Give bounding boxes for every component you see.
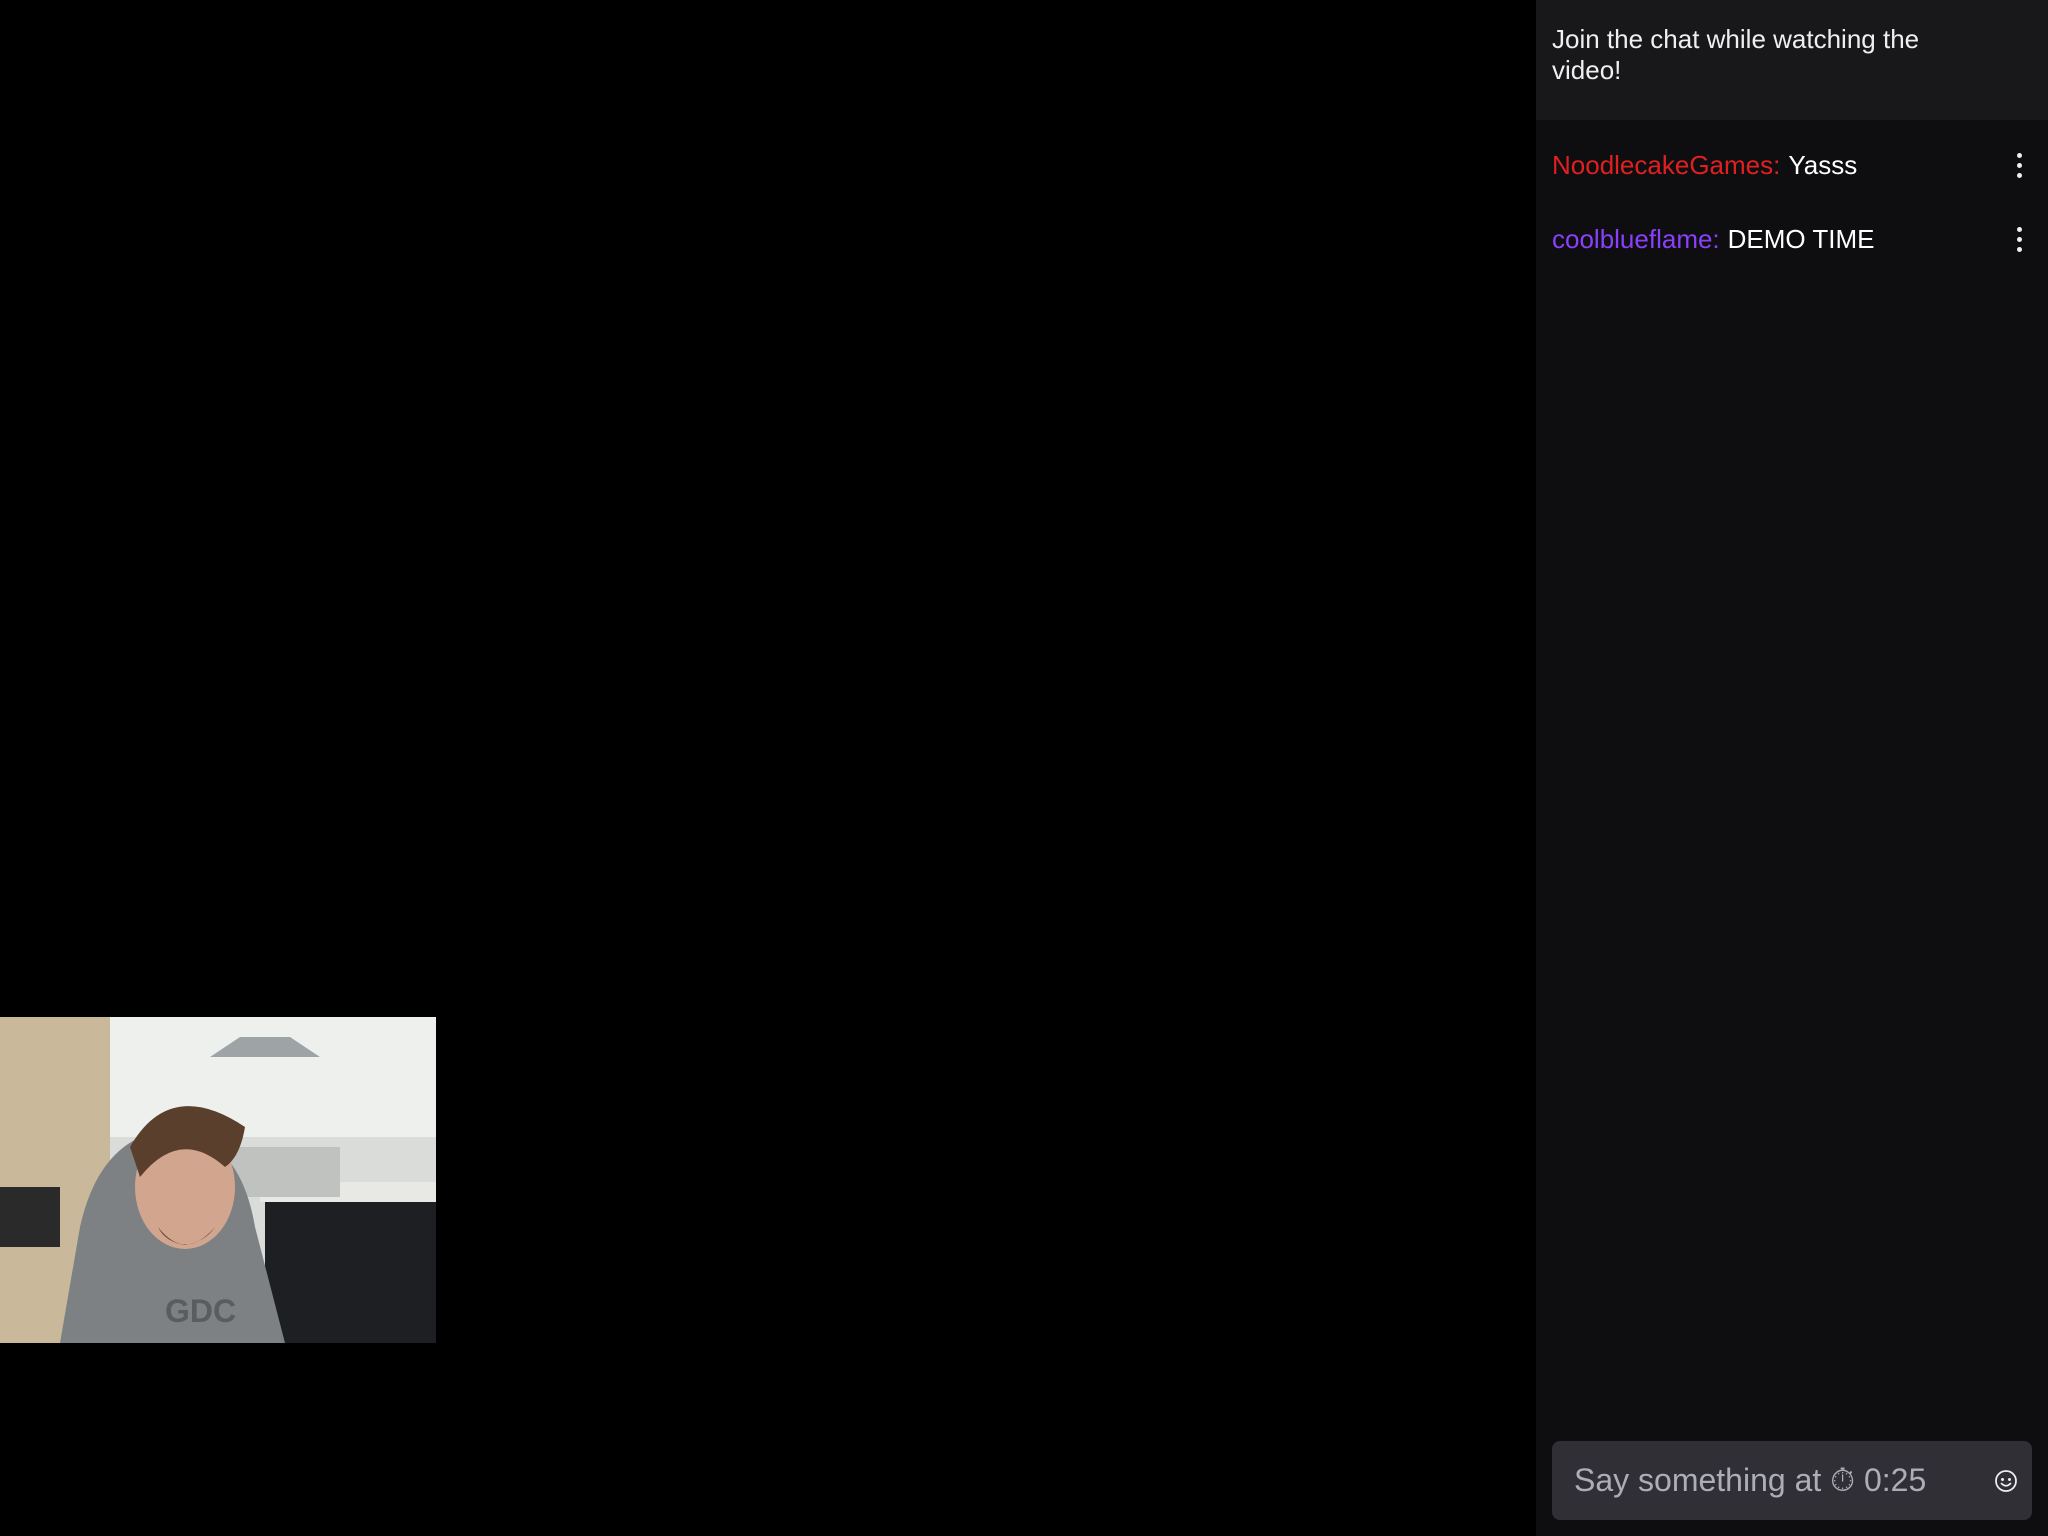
video-player[interactable]: GDC bbox=[0, 0, 1536, 1536]
chat-message: NoodlecakeGames: Yasss bbox=[1536, 128, 2048, 202]
webcam-overlay: GDC bbox=[0, 1017, 436, 1343]
webcam-feed-image: GDC bbox=[0, 1017, 436, 1343]
chat-input-container bbox=[1552, 1441, 2032, 1520]
chat-message: coolblueflame: DEMO TIME bbox=[1536, 202, 2048, 276]
chat-message-list: NoodlecakeGames: Yasss coolblueflame: DE… bbox=[1536, 128, 2048, 276]
chat-input[interactable] bbox=[1552, 1441, 1994, 1520]
chat-message-text: Yasss bbox=[1788, 149, 1858, 180]
chat-panel: Join the chat while watching the video! … bbox=[1536, 0, 2048, 1536]
chat-message-text: DEMO TIME bbox=[1727, 223, 1875, 254]
svg-text:GDC: GDC bbox=[165, 1293, 236, 1329]
more-vertical-icon[interactable] bbox=[2004, 147, 2034, 183]
chat-header-text: Join the chat while watching the video! bbox=[1552, 24, 1920, 85]
chat-username[interactable]: NoodlecakeGames: bbox=[1552, 150, 1780, 181]
smiley-icon[interactable] bbox=[1994, 1457, 2018, 1505]
app-root: GDC Join the chat while watching the vid… bbox=[0, 0, 2048, 1536]
chat-username[interactable]: coolblueflame: bbox=[1552, 224, 1720, 255]
more-vertical-icon[interactable] bbox=[2004, 221, 2034, 257]
chat-header: Join the chat while watching the video! bbox=[1536, 0, 2048, 120]
